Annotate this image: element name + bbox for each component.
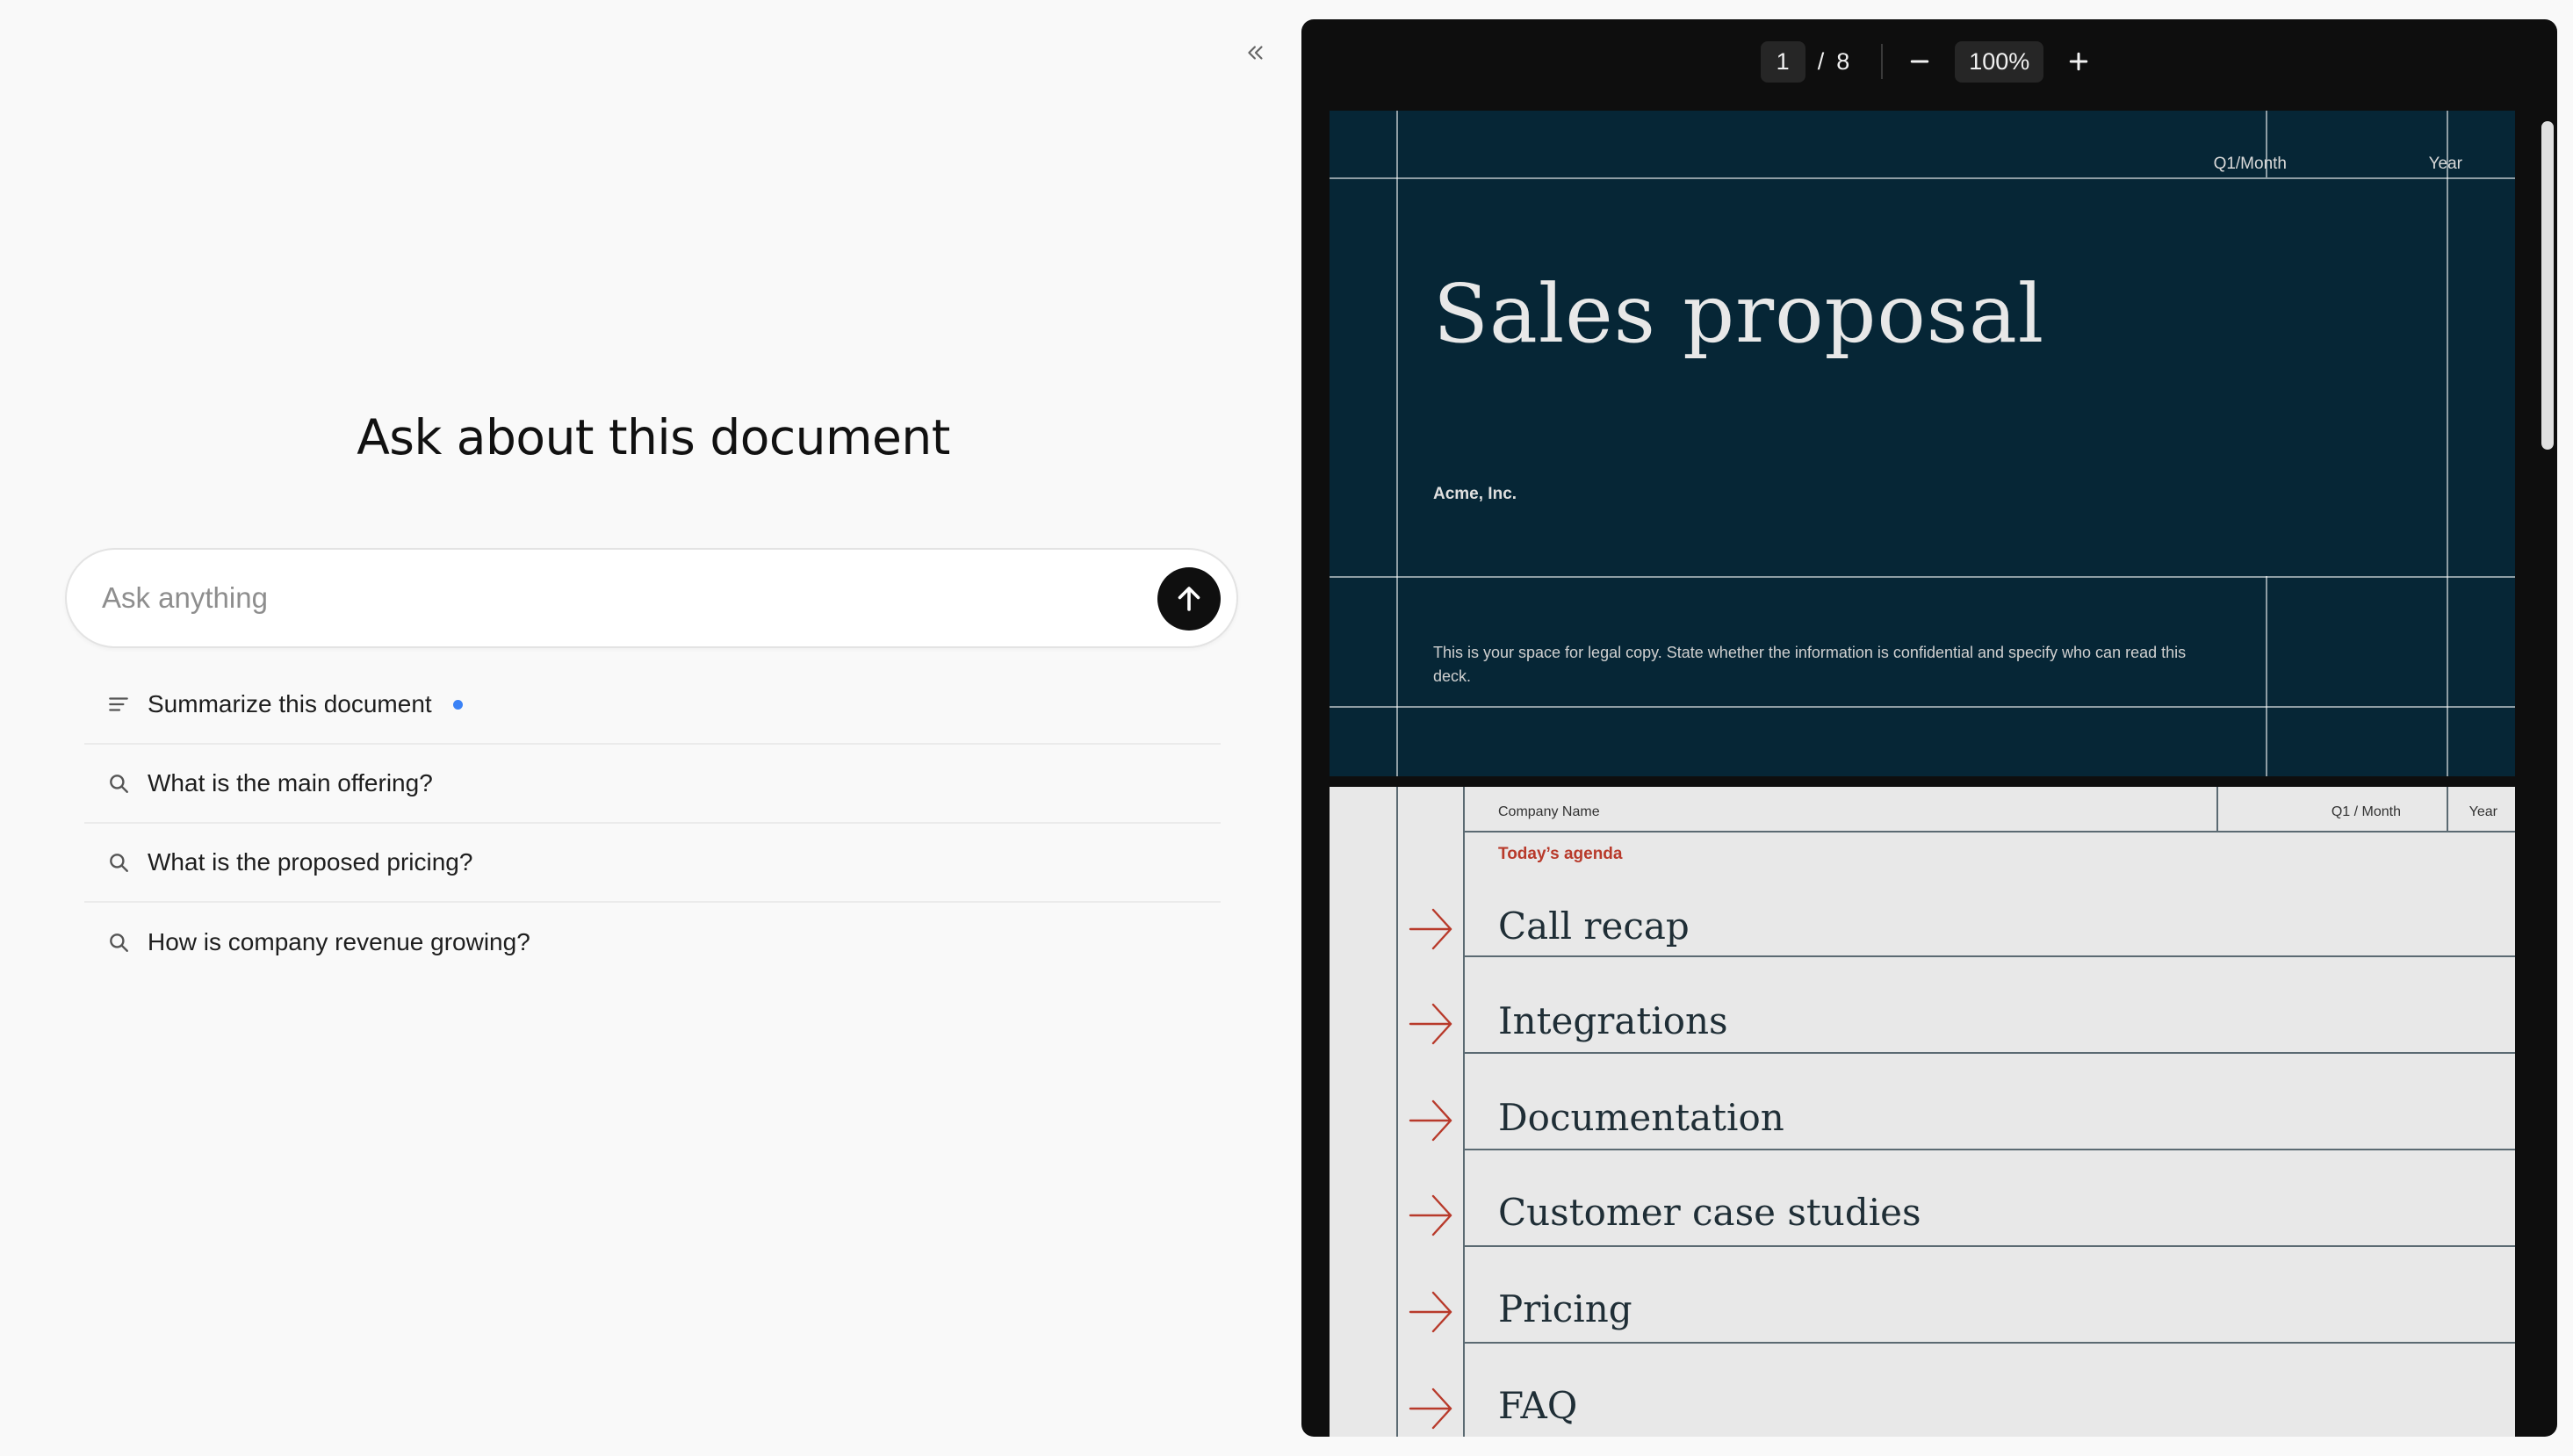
slide-1-cover: Q1/Month Year Sales proposal Acme, Inc. … (1330, 111, 2515, 776)
current-page-input[interactable]: 1 (1760, 40, 1805, 83)
arrow-right-icon (1409, 1099, 1452, 1142)
suggestion-label: How is company revenue growing? (148, 928, 530, 955)
grid-line (1330, 706, 2515, 708)
chat-input-box (65, 548, 1238, 648)
double-chevron-left-icon (1248, 46, 1263, 60)
arrow-up-icon (1178, 587, 1200, 611)
suggestion-label: What is the proposed pricing? (148, 848, 473, 876)
suggestion-list: Summarize this document What is the main… (84, 666, 1221, 982)
scrollbar-thumb[interactable] (2541, 121, 2554, 450)
agenda-divider (1463, 1149, 2515, 1150)
suggestion-revenue[interactable]: How is company revenue growing? (84, 903, 1221, 982)
agenda-item: Integrations (1498, 999, 1728, 1042)
slide-company: Acme, Inc. (1433, 485, 1517, 503)
send-button[interactable] (1157, 567, 1221, 631)
grid-line (2216, 787, 2218, 831)
plus-icon (2070, 52, 2088, 71)
viewer-scrollbar[interactable] (2540, 104, 2555, 1437)
agenda-item: Customer case studies (1498, 1191, 1921, 1234)
arrow-right-icon (1409, 908, 1452, 950)
viewer-toolbar: 1 / 8 100% (1301, 19, 2557, 104)
slide-period-label: Q1 / Month (2331, 804, 2401, 819)
agenda-item: Pricing (1498, 1287, 1632, 1330)
toolbar-divider (1881, 44, 1884, 79)
slide-year-label: Year (2468, 804, 2497, 819)
agenda-divider (1463, 1245, 2515, 1247)
minus-icon (1911, 60, 1929, 63)
grid-line (2266, 576, 2267, 776)
search-icon (107, 851, 130, 874)
grid-line (1463, 787, 1465, 1437)
zoom-in-button[interactable] (2059, 42, 2098, 81)
total-pages: 8 (1836, 47, 1850, 75)
new-indicator-dot (452, 699, 463, 710)
slide-year-label: Year (2428, 155, 2462, 173)
arrow-right-icon (1409, 1291, 1452, 1333)
suggestion-main-offering[interactable]: What is the main offering? (84, 745, 1221, 824)
grid-line (1463, 831, 2515, 833)
arrow-right-icon (1409, 1003, 1452, 1045)
slide-legal-text: This is your space for legal copy. State… (1433, 644, 2187, 685)
grid-line (1396, 111, 1398, 776)
page-separator: / (1817, 47, 1825, 75)
arrow-right-icon (1409, 1194, 1452, 1236)
grid-line (2447, 111, 2448, 776)
search-icon (107, 931, 130, 954)
agenda-item: FAQ (1498, 1384, 1578, 1427)
slide-2-agenda: Company Name Q1 / Month Year Today’s age… (1330, 787, 2515, 1437)
summarize-lines-icon (107, 693, 130, 716)
collapse-panel-button[interactable] (1238, 35, 1273, 70)
suggestion-pricing[interactable]: What is the proposed pricing? (84, 824, 1221, 903)
agenda-divider (1463, 1052, 2515, 1054)
agenda-divider (1463, 1342, 2515, 1344)
suggestion-label: What is the main offering? (148, 769, 433, 796)
zoom-level[interactable]: 100% (1955, 40, 2044, 83)
suggestion-summarize[interactable]: Summarize this document (84, 666, 1221, 745)
agenda-item: Documentation (1498, 1096, 1784, 1139)
agenda-heading: Today’s agenda (1498, 845, 1623, 863)
ask-input[interactable] (102, 550, 1121, 646)
slide-title: Sales proposal (1433, 267, 2045, 361)
suggestion-label: Summarize this document (148, 690, 432, 717)
slide-company-label: Company Name (1498, 804, 1600, 819)
search-icon (107, 772, 130, 795)
zoom-out-button[interactable] (1900, 42, 1939, 81)
grid-line (1330, 576, 2515, 578)
grid-line (1330, 177, 2515, 179)
agenda-divider (1463, 955, 2515, 957)
agenda-item: Call recap (1498, 905, 1690, 948)
slide-period-label: Q1/Month (2213, 155, 2287, 173)
grid-line (1396, 787, 1398, 1437)
arrow-right-icon (1409, 1388, 1452, 1430)
chat-title: Ask about this document (357, 409, 950, 465)
document-viewer: 1 / 8 100% Q1/Month Year Sales proposal … (1301, 19, 2557, 1437)
